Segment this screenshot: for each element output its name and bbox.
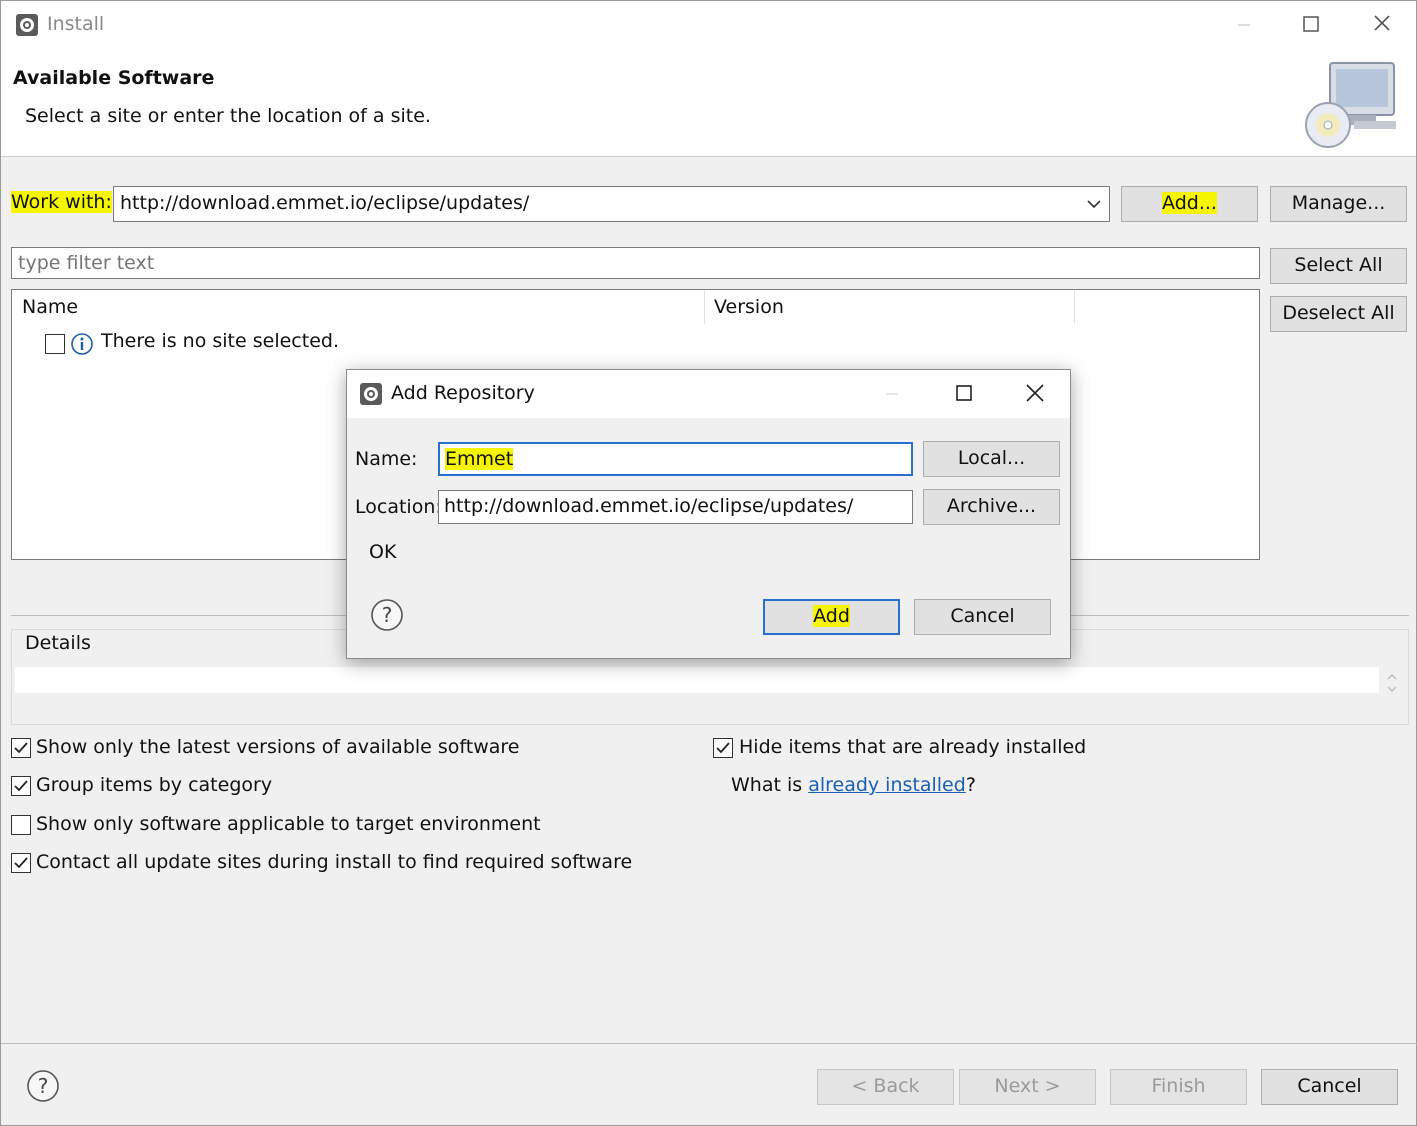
filter-input[interactable]: [11, 247, 1260, 279]
header-banner: Available Software Select a site or ente…: [1, 49, 1416, 157]
tree-empty-message: There is no site selected.: [101, 330, 339, 352]
back-button[interactable]: < Back: [817, 1069, 954, 1105]
close-button[interactable]: [1367, 11, 1397, 39]
dialog-title-bar: Add Repository: [347, 370, 1070, 418]
page-title: Available Software: [13, 67, 215, 89]
close-icon[interactable]: [1025, 383, 1045, 403]
help-icon[interactable]: ?: [26, 1069, 60, 1103]
already-installed-link[interactable]: already installed: [808, 774, 966, 796]
group-by-category-checkbox[interactable]: [11, 776, 31, 796]
add-repository-button[interactable]: Add: [763, 599, 900, 635]
install-wizard-icon: [1305, 62, 1396, 148]
minimize-icon[interactable]: [885, 387, 899, 401]
repo-location-label: Location:: [355, 496, 442, 518]
validation-status: OK: [369, 541, 397, 563]
column-divider[interactable]: [1074, 290, 1075, 324]
dialog-cancel-button[interactable]: Cancel: [914, 599, 1051, 635]
maximize-icon[interactable]: [956, 385, 972, 401]
window-title: Install: [47, 13, 105, 35]
checkmark-icon: [14, 780, 28, 792]
maximize-icon: [1303, 16, 1319, 32]
minimize-button[interactable]: [1229, 11, 1259, 39]
contact-all-sites-checkbox[interactable]: [11, 853, 31, 873]
checkmark-icon: [716, 742, 730, 754]
column-header-version[interactable]: Version: [714, 296, 784, 318]
hide-installed-label[interactable]: Hide items that are already installed: [739, 736, 1086, 758]
deselect-all-button[interactable]: Deselect All: [1270, 296, 1407, 332]
page-description: Select a site or enter the location of a…: [25, 105, 431, 127]
finish-button[interactable]: Finish: [1110, 1069, 1247, 1105]
show-applicable-label[interactable]: Show only software applicable to target …: [36, 813, 541, 835]
archive-button[interactable]: Archive...: [923, 489, 1060, 525]
details-label: Details: [25, 632, 91, 654]
close-icon: [1374, 15, 1390, 31]
minimize-icon: [1238, 24, 1250, 26]
details-text: [15, 667, 1379, 693]
group-by-category-label[interactable]: Group items by category: [36, 774, 272, 796]
show-latest-checkbox[interactable]: [11, 738, 31, 758]
add-repository-dialog: Add Repository Name: Emmet Local... Loca…: [346, 369, 1071, 659]
info-icon: [71, 333, 93, 355]
scroll-arrows-icon[interactable]: [1385, 671, 1399, 695]
checkmark-icon: [14, 742, 28, 754]
svg-text:?: ?: [38, 1074, 49, 1098]
column-header-name[interactable]: Name: [22, 296, 78, 318]
repo-location-input[interactable]: http://download.emmet.io/eclipse/updates…: [438, 490, 913, 524]
checkmark-icon: [14, 857, 28, 869]
next-button[interactable]: Next >: [959, 1069, 1096, 1105]
add-site-button[interactable]: Add...: [1121, 186, 1258, 222]
eclipse-gear-icon: [360, 383, 382, 405]
tree-item-checkbox[interactable]: [45, 334, 65, 354]
chevron-down-icon: [1087, 200, 1101, 209]
show-latest-label[interactable]: Show only the latest versions of availab…: [36, 736, 519, 758]
manage-button[interactable]: Manage...: [1270, 186, 1407, 222]
show-applicable-checkbox[interactable]: [11, 815, 31, 835]
contact-all-sites-label[interactable]: Contact all update sites during install …: [36, 851, 632, 873]
column-divider[interactable]: [704, 290, 705, 324]
cancel-button[interactable]: Cancel: [1261, 1069, 1398, 1105]
work-with-label: Work with:: [11, 191, 112, 213]
svg-text:?: ?: [382, 603, 393, 627]
maximize-button[interactable]: [1296, 11, 1326, 39]
work-with-combo[interactable]: http://download.emmet.io/eclipse/updates…: [113, 186, 1110, 222]
help-icon[interactable]: ?: [370, 598, 404, 632]
already-installed-text: What is already installed?: [731, 774, 976, 796]
title-bar: Install: [1, 1, 1416, 49]
hide-installed-checkbox[interactable]: [713, 738, 733, 758]
local-button[interactable]: Local...: [923, 441, 1060, 477]
select-all-button[interactable]: Select All: [1270, 248, 1407, 284]
work-with-value: http://download.emmet.io/eclipse/updates…: [120, 192, 530, 214]
footer-divider: [1, 1043, 1417, 1044]
eclipse-gear-icon: [16, 14, 38, 36]
repo-name-label: Name:: [355, 448, 418, 470]
dialog-title: Add Repository: [391, 382, 535, 404]
repo-name-input[interactable]: Emmet: [438, 442, 913, 476]
